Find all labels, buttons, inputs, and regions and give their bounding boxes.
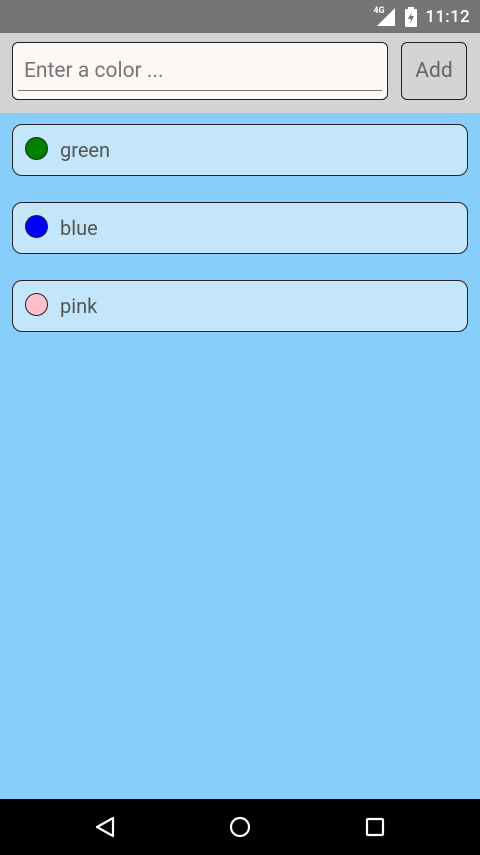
list-item[interactable]: blue (12, 202, 468, 254)
cell-signal-icon: 4G (373, 5, 397, 26)
network-type: 4G (373, 5, 385, 16)
list-item[interactable]: green (12, 124, 468, 176)
color-input[interactable]: Enter a color ... (12, 42, 388, 100)
list-item[interactable]: pink (12, 280, 468, 332)
color-swatch (25, 137, 48, 160)
input-underline (18, 90, 382, 91)
color-input-placeholder: Enter a color ... (24, 59, 164, 83)
add-button[interactable]: Add (401, 42, 467, 100)
status-bar: 4G 11:12 (0, 0, 480, 33)
input-panel: Enter a color ... Add (0, 33, 480, 113)
home-icon[interactable] (226, 813, 254, 841)
color-swatch (25, 215, 48, 238)
navigation-bar (0, 799, 480, 855)
color-label: blue (60, 216, 98, 240)
color-label: pink (60, 294, 98, 318)
battery-charging-icon (405, 6, 418, 27)
recents-icon[interactable] (361, 813, 389, 841)
color-swatch (25, 293, 48, 316)
clock: 11:12 (425, 6, 470, 27)
back-icon[interactable] (91, 813, 119, 841)
color-label: green (60, 138, 111, 162)
